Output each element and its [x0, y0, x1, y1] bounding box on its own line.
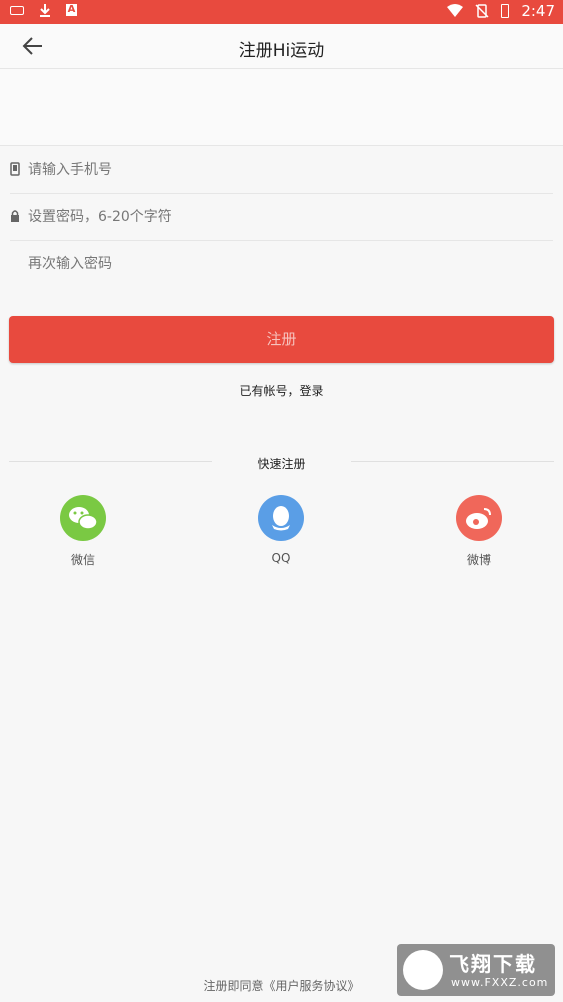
- wechat-label: 微信: [70, 553, 95, 567]
- wechat-register-button[interactable]: 微信: [38, 495, 128, 568]
- phone-field-row: [10, 147, 553, 194]
- weibo-register-button[interactable]: 微博: [434, 495, 524, 568]
- phone-icon: [10, 162, 20, 176]
- app-header: 注册Hi运动: [0, 24, 563, 69]
- quick-register-label: 快速注册: [257, 457, 306, 471]
- status-bar: A 2:47: [0, 0, 563, 24]
- watermark-url: www.FXXZ.com: [451, 976, 549, 989]
- app-a-icon: A: [66, 4, 77, 16]
- battery-icon: [501, 4, 510, 18]
- weibo-label: 微博: [466, 553, 491, 567]
- weibo-icon: [456, 495, 502, 541]
- wifi-icon: [447, 4, 464, 17]
- wechat-icon: [60, 495, 106, 541]
- watermark-logo-icon: [403, 950, 443, 990]
- watermark: 飞翔下载 www.FXXZ.com: [397, 944, 555, 996]
- qq-icon: [258, 495, 304, 541]
- password-input[interactable]: [28, 200, 528, 234]
- password-field-row: [10, 194, 553, 241]
- keyboard-icon: [10, 5, 24, 15]
- login-link[interactable]: 已有帐号，登录: [0, 382, 563, 399]
- qq-label: QQ: [271, 551, 291, 565]
- qq-register-button[interactable]: QQ: [236, 495, 326, 565]
- lock-icon: [11, 210, 19, 222]
- status-time: 2:47: [521, 2, 555, 20]
- no-sim-icon: [475, 4, 489, 18]
- confirm-password-field-row: [10, 241, 553, 287]
- register-button[interactable]: 注册: [9, 316, 554, 363]
- download-icon: [40, 4, 50, 17]
- confirm-password-input[interactable]: [28, 247, 528, 281]
- header-spacer: [0, 69, 563, 146]
- page-title: 注册Hi运动: [238, 41, 325, 61]
- phone-input[interactable]: [28, 153, 528, 187]
- watermark-title: 飞翔下载: [449, 952, 537, 976]
